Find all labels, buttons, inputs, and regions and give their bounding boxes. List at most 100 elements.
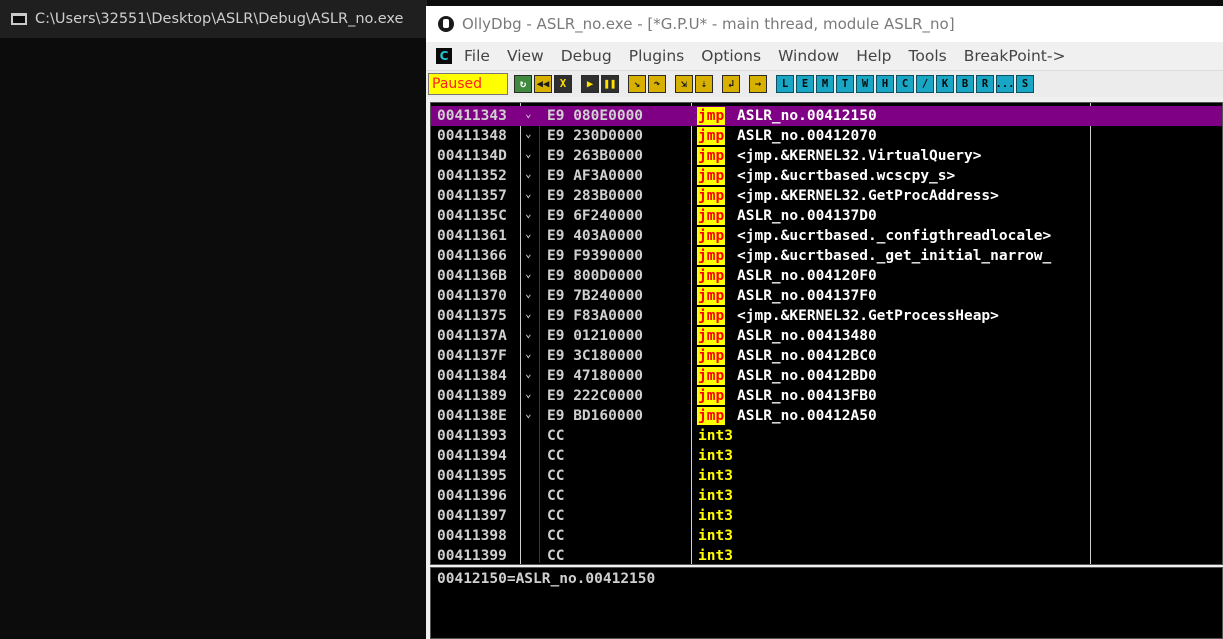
hex-dump-cell: CC xyxy=(547,508,565,524)
console-icon xyxy=(11,13,27,25)
address-cell: 00411352 xyxy=(437,168,507,184)
goto-icon[interactable]: → xyxy=(749,75,767,93)
disasm-row[interactable]: 00411375 ⌄ E9 F83A0000 jmp <jmp.&KERNEL32.Ge… xyxy=(431,306,1222,326)
mnemonic-cell: int3 xyxy=(698,548,733,564)
jump-arrow-icon: ⌄ xyxy=(525,387,532,400)
mnemonic-cell: jmp xyxy=(697,247,726,265)
jump-arrow-icon: ⌄ xyxy=(525,187,532,200)
disasm-row[interactable]: 00411394 CC int3 xyxy=(431,446,1222,466)
jump-arrow-icon: ⌄ xyxy=(525,367,532,380)
jump-arrow-icon: ⌄ xyxy=(525,287,532,300)
close-program-icon[interactable]: ◀◀ xyxy=(534,75,552,93)
disasm-row[interactable]: 00411352 ⌄ E9 AF3A0000 jmp <jmp.&ucrtbased.w… xyxy=(431,166,1222,186)
hex-dump-cell: E9 6F240000 xyxy=(547,208,644,224)
disasm-row[interactable]: 0041137F ⌄ E9 3C180000 jmp ASLR_no.00412BC0 xyxy=(431,346,1222,366)
operand-cell: <jmp.&ucrtbased._get_initial_narrow_ xyxy=(737,248,1052,264)
ollydbg-titlebar[interactable]: OllyDbg - ASLR_no.exe - [*G.P.U* - main … xyxy=(426,6,1223,42)
console-window: C:\Users\32551\Desktop\ASLR\Debug\ASLR_n… xyxy=(0,0,427,639)
window-button-more[interactable]: ... xyxy=(996,75,1014,93)
menu-view[interactable]: View xyxy=(507,47,544,65)
menu-file[interactable]: File xyxy=(464,47,490,65)
menu-debug[interactable]: Debug xyxy=(561,47,612,65)
window-button-c[interactable]: C xyxy=(896,75,914,93)
disassembly-pane[interactable]: 00411343 ⌄ E9 080E0000 jmp ASLR_no.00412150 0… xyxy=(430,102,1223,565)
trace-into-icon[interactable]: ⇲ xyxy=(675,75,693,93)
address-cell: 00411348 xyxy=(437,128,507,144)
step-over-icon[interactable]: ↷ xyxy=(648,75,666,93)
restart-icon[interactable]: ↻ xyxy=(514,75,532,93)
operand-cell: ASLR_no.00412A50 xyxy=(737,408,877,424)
console-titlebar[interactable]: C:\Users\32551\Desktop\ASLR\Debug\ASLR_n… xyxy=(0,0,426,38)
menu-options[interactable]: Options xyxy=(701,47,761,65)
operand-cell: ASLR_no.00413FB0 xyxy=(737,388,877,404)
hex-dump-cell: E9 230D0000 xyxy=(547,128,644,144)
disasm-row[interactable]: 0041134D ⌄ E9 263B0000 jmp <jmp.&KERNEL32.Vi… xyxy=(431,146,1222,166)
window-button-e[interactable]: E xyxy=(796,75,814,93)
disasm-row[interactable]: 00411348 ⌄ E9 230D0000 jmp ASLR_no.00412070 xyxy=(431,126,1222,146)
mnemonic-cell: jmp xyxy=(697,207,726,225)
hex-dump-cell: CC xyxy=(547,548,565,564)
ollydbg-title: OllyDbg - ASLR_no.exe - [*G.P.U* - main … xyxy=(462,15,955,33)
menu-plugins[interactable]: Plugins xyxy=(629,47,685,65)
pause-icon[interactable]: ❚❚ xyxy=(601,75,619,93)
disasm-row[interactable]: 00411366 ⌄ E9 F9390000 jmp <jmp.&ucrtbased._… xyxy=(431,246,1222,266)
mnemonic-cell: jmp xyxy=(697,307,726,325)
jump-arrow-icon: ⌄ xyxy=(525,407,532,420)
operand-cell: ASLR_no.004137D0 xyxy=(737,208,877,224)
jump-arrow-icon: ⌄ xyxy=(525,147,532,160)
window-button-patches[interactable]: / xyxy=(916,75,934,93)
hex-dump-cell: E9 AF3A0000 xyxy=(547,168,644,184)
hex-dump-cell: E9 080E0000 xyxy=(547,108,644,124)
window-button-l[interactable]: L xyxy=(776,75,794,93)
menu-help[interactable]: Help xyxy=(856,47,891,65)
disasm-row[interactable]: 00411343 ⌄ E9 080E0000 jmp ASLR_no.00412150 xyxy=(431,106,1222,126)
disasm-row[interactable]: 00411397 CC int3 xyxy=(431,506,1222,526)
disasm-row[interactable]: 00411398 CC int3 xyxy=(431,526,1222,546)
mnemonic-cell: jmp xyxy=(697,367,726,385)
info-pane: 00412150=ASLR_no.00412150 xyxy=(430,567,1223,639)
disasm-row[interactable]: 0041137A ⌄ E9 01210000 jmp ASLR_no.00413480 xyxy=(431,326,1222,346)
disasm-row[interactable]: 00411393 CC int3 xyxy=(431,426,1222,446)
window-button-s[interactable]: S xyxy=(1016,75,1034,93)
mnemonic-cell: jmp xyxy=(697,227,726,245)
operand-cell: <jmp.&KERNEL32.VirtualQuery> xyxy=(737,148,982,164)
operand-cell: ASLR_no.00412BD0 xyxy=(737,368,877,384)
disasm-row[interactable]: 0041136B ⌄ E9 800D0000 jmp ASLR_no.004120F0 xyxy=(431,266,1222,286)
menu-window[interactable]: Window xyxy=(778,47,839,65)
window-button-b[interactable]: B xyxy=(956,75,974,93)
menu-tools[interactable]: Tools xyxy=(909,47,947,65)
run-icon[interactable]: ▶ xyxy=(581,75,599,93)
disasm-row[interactable]: 00411357 ⌄ E9 283B0000 jmp <jmp.&KERNEL32.Ge… xyxy=(431,186,1222,206)
execute-till-return-icon[interactable]: ↲ xyxy=(722,75,740,93)
window-button-k[interactable]: K xyxy=(936,75,954,93)
operand-cell: <jmp.&ucrtbased.wcscpy_s> xyxy=(737,168,956,184)
trace-over-icon[interactable]: ⇣ xyxy=(695,75,713,93)
cpu-window-icon[interactable]: C xyxy=(436,48,452,64)
mnemonic-cell: int3 xyxy=(698,508,733,524)
operand-cell: ASLR_no.00412BC0 xyxy=(737,348,877,364)
window-button-r[interactable]: R xyxy=(976,75,994,93)
disasm-row[interactable]: 00411395 CC int3 xyxy=(431,466,1222,486)
disasm-row[interactable]: 00411384 ⌄ E9 47180000 jmp ASLR_no.00412BD0 xyxy=(431,366,1222,386)
window-button-h[interactable]: H xyxy=(876,75,894,93)
disasm-row[interactable]: 00411370 ⌄ E9 7B240000 jmp ASLR_no.004137F0 xyxy=(431,286,1222,306)
mnemonic-cell: jmp xyxy=(697,147,726,165)
disasm-row[interactable]: 0041135C ⌄ E9 6F240000 jmp ASLR_no.004137D0 xyxy=(431,206,1222,226)
address-cell: 00411393 xyxy=(437,428,507,444)
disasm-row[interactable]: 0041138E ⌄ E9 BD160000 jmp ASLR_no.00412A50 xyxy=(431,406,1222,426)
window-button-m[interactable]: M xyxy=(816,75,834,93)
toolbar: Paused ↻ ◀◀ X ▶ ❚❚ ↘ ↷ ⇲ ⇣ ↲ → L E M T W H C / K B R... S xyxy=(426,70,1223,97)
window-button-t[interactable]: T xyxy=(836,75,854,93)
address-cell: 0041138E xyxy=(437,408,507,424)
disasm-row[interactable]: 00411396 CC int3 xyxy=(431,486,1222,506)
disasm-row[interactable]: 00411399 CC int3 xyxy=(431,546,1222,564)
disasm-row[interactable]: 00411361 ⌄ E9 403A0000 jmp <jmp.&ucrtbased._… xyxy=(431,226,1222,246)
mnemonic-cell: jmp xyxy=(697,107,726,125)
operand-cell: <jmp.&KERNEL32.GetProcessHeap> xyxy=(737,308,999,324)
stop-icon[interactable]: X xyxy=(554,75,572,93)
disasm-row[interactable]: 00411389 ⌄ E9 222C0000 jmp ASLR_no.00413FB0 xyxy=(431,386,1222,406)
step-into-icon[interactable]: ↘ xyxy=(628,75,646,93)
window-button-w[interactable]: W xyxy=(856,75,874,93)
address-cell: 0041137F xyxy=(437,348,507,364)
menu-breakpoint[interactable]: BreakPoint-> xyxy=(964,47,1066,65)
